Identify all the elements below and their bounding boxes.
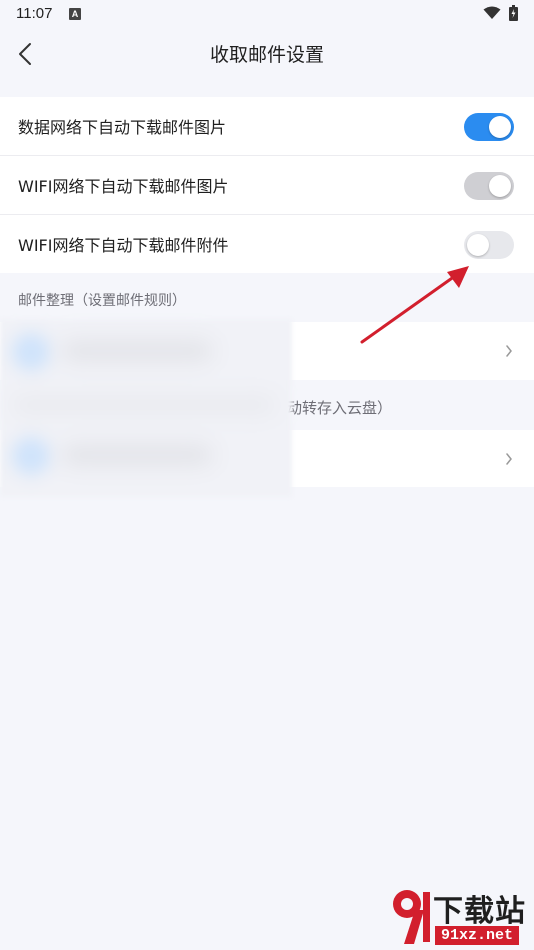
blurred-icon (12, 437, 50, 475)
chevron-right-icon (506, 453, 512, 465)
toggle-switch-wifi-images[interactable] (464, 172, 514, 200)
page-title: 收取邮件设置 (209, 44, 324, 66)
wifi-icon (483, 6, 501, 19)
setting-row-mobile-images: 数据网络下自动下载邮件图片 (0, 97, 534, 156)
status-time: 11:07 (16, 5, 53, 22)
toggle-switch-mobile-images[interactable] (464, 113, 514, 141)
watermark-title: 下载站 (433, 894, 526, 929)
navigation-bar: 收取邮件设置 (0, 28, 534, 80)
toggle-knob (467, 234, 489, 256)
setting-label: WIFI网络下自动下载邮件附件 (18, 236, 229, 255)
blurred-icon (12, 333, 50, 371)
chevron-right-icon (506, 345, 512, 357)
blurred-text (62, 445, 212, 465)
watermark-url: 91xz.net (435, 926, 520, 945)
annotation-arrow (360, 266, 469, 344)
section-label-mail-organize: 邮件整理（设置邮件规则） (18, 293, 186, 309)
toggle-switch-wifi-attachments[interactable] (464, 231, 514, 259)
blurred-redaction (0, 319, 292, 497)
setting-label: 数据网络下自动下载邮件图片 (18, 118, 227, 137)
watermark-logo (393, 890, 430, 944)
setting-label: WIFI网络下自动下载邮件图片 (18, 177, 229, 196)
battery-icon (509, 5, 518, 21)
setting-row-wifi-images: WIFI网络下自动下载邮件图片 (0, 156, 534, 215)
download-settings-card: 数据网络下自动下载邮件图片 WIFI网络下自动下载邮件图片 WIFI网络下自动下… (0, 97, 534, 273)
site-watermark: 下载站 91xz.net (390, 886, 534, 950)
blurred-text (14, 397, 274, 413)
blurred-text (62, 341, 212, 361)
toggle-knob (489, 175, 511, 197)
status-bar: 11:07 A (0, 0, 534, 28)
cloud-save-hint: 动转存入云盘） (287, 399, 393, 417)
notification-badge: A (69, 8, 81, 20)
toggle-knob (489, 116, 511, 138)
